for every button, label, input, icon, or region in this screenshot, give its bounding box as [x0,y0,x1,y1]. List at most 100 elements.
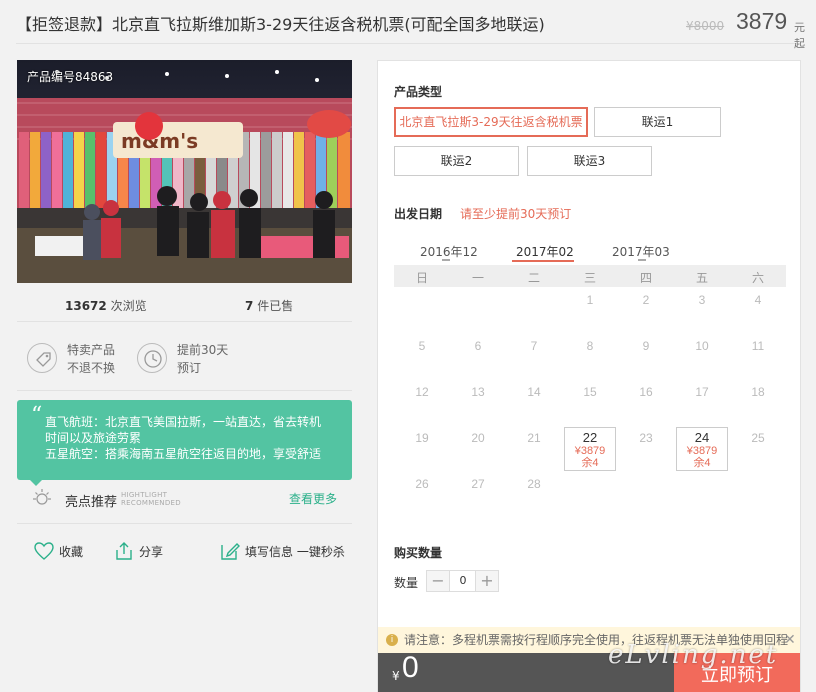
see-more-link[interactable]: 查看更多 [289,490,337,507]
product-header: 【拒签退款】北京直飞拉斯维加斯3-29天往返含税机票(可配全国多地联运) ¥80… [16,0,805,50]
day-number: 10 [695,339,709,353]
departure-hint: 请至少提前30天预订 [460,207,572,221]
month-tab-next[interactable]: 2017年03 [612,243,670,260]
calendar-day: 28 [508,473,560,517]
day-remaining: 余4 [581,457,599,469]
calendar-day: 9 [620,335,672,379]
day-number: 18 [751,385,765,399]
product-photo[interactable]: m&m's 产品编号84863 [17,60,352,283]
day-number: 17 [695,385,709,399]
tag-special-line2: 不退不换 [67,361,116,375]
day-number: 15 [583,385,597,399]
day-number: 5 [418,339,426,353]
sold-number: 7 [245,299,254,313]
calendar-day: 14 [508,381,560,425]
watermark: eLvling.net [608,640,779,670]
sold-count: 7 件已售 [245,297,293,314]
month-tab-prev[interactable]: 2016年12 [420,243,478,260]
calendar-day: 25 [732,427,784,471]
option-connection-3[interactable]: 联运3 [527,146,652,176]
tag-advance-line1: 提前30天 [177,343,229,357]
original-price: ¥8000 [686,19,725,33]
calendar-day: 17 [676,381,728,425]
clock-icon [137,343,167,373]
day-number: 25 [751,431,765,445]
product-type-label: 产品类型 [394,85,443,99]
calendar-day: 23 [620,427,672,471]
quantity-input[interactable]: 0 [450,570,476,592]
close-icon[interactable]: ✕ [784,627,796,653]
highlight-en2: RECOMMENDED [121,499,181,507]
month-tab-current[interactable]: 2017年02 [516,243,574,260]
calendar-day: 8 [564,335,616,379]
product-stats: 13672 次浏览 7 件已售 [17,284,352,322]
close-quote-icon: „ [328,465,340,481]
views-count: 13672 次浏览 [65,297,147,314]
views-label: 次浏览 [110,299,147,313]
calendar-day: 21 [508,427,560,471]
highlight-row: 亮点推荐 HIGHTLIGHT RECOMMENDED 查看更多 [17,484,352,524]
tag-special-text: 特卖产品 不退不换 [67,341,115,377]
day-number: 7 [530,339,538,353]
feature-line-2: 时间以及旅途劳累 [45,431,142,445]
tag-special-sale: 特卖产品 不退不换 [27,341,137,381]
month-tabs: 2016年12 2017年02 2017年03 [394,239,786,263]
share-icon [116,542,132,560]
calendar-day: 19 [396,427,448,471]
product-code: 产品编号84863 [27,70,114,84]
calendar-day: 11 [732,335,784,379]
calendar-day: 13 [452,381,504,425]
feature-line-1: 直飞航班：北京直飞美国拉斯，一站直达，省去转机 [45,415,322,429]
calendar-day-available[interactable]: 24 ¥3879 余4 [676,427,728,471]
day-number: 6 [474,339,482,353]
calendar-day: 7 [508,335,560,379]
option-connection-1[interactable]: 联运1 [594,107,721,137]
calendar-day: 16 [620,381,672,425]
heart-icon [34,542,54,560]
open-quote-icon: “ [31,403,43,428]
calendar-day: 4 [732,289,784,333]
tag-advance-text: 提前30天预订 [177,341,228,377]
share-label: 分享 [139,545,164,559]
weekday-label: 二 [527,271,540,285]
day-number: 4 [754,293,762,307]
month-indicator-prev [442,259,450,261]
day-number: 16 [639,385,653,399]
quantity-plus-button[interactable]: + [475,570,499,592]
feature-line-3: 五星航空：搭乘海南五星航空往返目的地，享受舒适 [45,447,322,461]
feature-box: “ 直飞航班：北京直飞美国拉斯，一站直达，省去转机 时间以及旅途劳累 五星航空：… [17,400,352,480]
calendar-day: 3 [676,289,728,333]
page-title: 【拒签退款】北京直飞拉斯维加斯3-29天往返含税机票(可配全国多地联运) [16,15,545,34]
day-price: ¥3879 [574,445,606,457]
highlight-en1: HIGHTLIGHT [121,491,168,499]
calendar-day: 15 [564,381,616,425]
weekday-header: 日一二三四五六 [394,265,786,287]
calendar-day: 10 [676,335,728,379]
day-number: 8 [586,339,594,353]
calendar-day: 18 [732,381,784,425]
quantity-minus-button[interactable]: − [426,570,450,592]
tag-advance-line2: 预订 [177,361,202,375]
total-currency: ¥ [392,669,400,683]
day-number: 2 [642,293,650,307]
fill-info-label: 填写信息 一键秒杀 [245,545,345,559]
month-active-bar [512,260,574,262]
photo-illustration: m&m's [17,60,352,283]
views-number: 13672 [65,299,107,313]
weekday-label: 六 [751,271,764,285]
day-remaining: 余4 [693,457,711,469]
action-row: 收藏 分享 填写信息 一键秒杀 [17,540,352,566]
calendar-day-available[interactable]: 22 ¥3879 余4 [564,427,616,471]
day-number: 9 [642,339,650,353]
option-direct-flight[interactable]: 北京直飞拉斯3-29天往返含税机票 [394,107,588,137]
day-number: 22 [582,430,598,445]
day-number: 14 [527,385,541,399]
option-connection-2[interactable]: 联运2 [394,146,519,176]
price-unit: 元起 [794,21,805,50]
quantity-label: 数量 [394,576,419,590]
favorite-label: 收藏 [59,545,84,559]
day-number: 12 [415,385,429,399]
day-number: 23 [639,431,653,445]
tag-special-line1: 特卖产品 [67,343,116,357]
sun-icon [33,489,51,505]
